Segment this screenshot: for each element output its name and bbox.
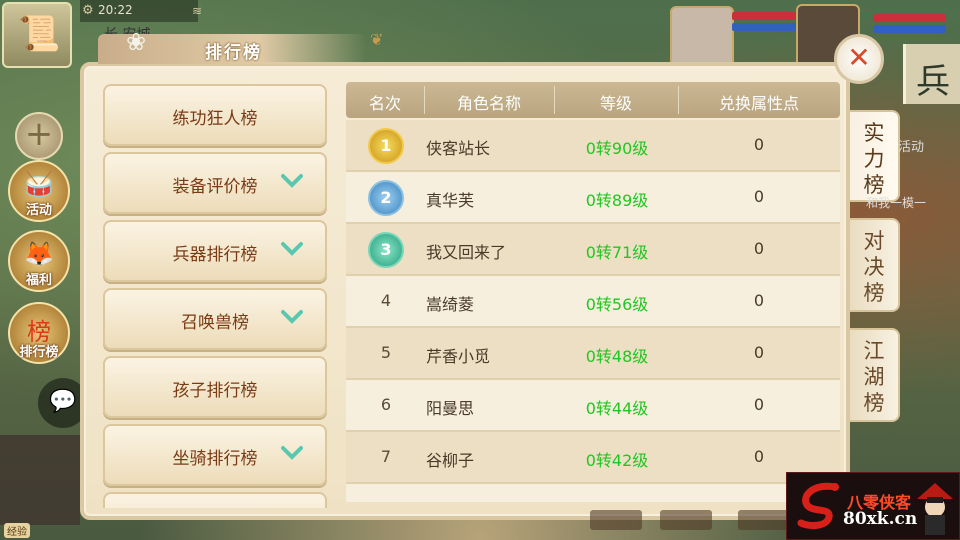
background-activity-text: 活动: [898, 140, 925, 155]
status-bar: ⚙ 20:22 ≋: [80, 0, 202, 22]
tab-strength-ranking[interactable]: 实力榜: [850, 110, 900, 202]
gold-medal-icon: 1: [368, 128, 404, 164]
category-item[interactable]: [103, 492, 327, 508]
hud-button[interactable]: [590, 510, 642, 530]
hud-button[interactable]: [660, 510, 712, 530]
player-rank: 6: [380, 395, 392, 414]
clock-text: 20:22: [98, 3, 133, 17]
pet-portrait[interactable]: [670, 6, 734, 70]
player-rank: 7: [380, 447, 392, 466]
tab-label: 江湖榜: [863, 339, 885, 415]
right-building-sign: 兵: [903, 44, 960, 104]
category-item[interactable]: 孩子排行榜: [103, 356, 327, 418]
swordswoman-avatar-icon: [917, 483, 953, 535]
panel-title: 排行榜: [205, 43, 262, 63]
table-row[interactable]: 4 嵩绮菱 0转56级 0: [346, 276, 840, 328]
lotus-icon: ❀: [126, 28, 147, 56]
activity-button[interactable]: 🥁 活动: [8, 160, 70, 222]
ranking-table-header: 名次 角色名称 等级 兑换属性点: [346, 82, 840, 118]
player-name: 真华芙: [426, 191, 475, 210]
header-rank: 名次: [368, 94, 401, 113]
player-name: 我又回来了: [426, 243, 507, 262]
close-icon: ✕: [847, 41, 871, 74]
table-row[interactable]: 1 侠客站长 0转90级 0: [346, 120, 840, 172]
welfare-label: 福利: [25, 273, 52, 288]
header-points: 兑换属性点: [718, 94, 799, 113]
bottom-hud-buttons: [590, 510, 790, 532]
minimap: [0, 435, 80, 525]
category-item[interactable]: 装备评价榜: [103, 152, 327, 214]
expand-plus-button[interactable]: +: [15, 112, 63, 160]
player-level: 0转89级: [585, 191, 649, 210]
pet-bars: [732, 12, 804, 52]
category-label: 练功狂人榜: [172, 109, 258, 129]
hud-button[interactable]: [738, 510, 790, 530]
player-level: 0转48级: [585, 347, 649, 366]
background-hint-text: 和我一模一: [866, 196, 927, 210]
watermark-site: 80xk.cn: [843, 509, 918, 529]
player-name: 芹香小觅: [426, 347, 491, 366]
dragon-logo-icon: [797, 482, 839, 529]
map-button[interactable]: 📜: [2, 2, 72, 68]
tab-label: 对决榜: [863, 229, 885, 305]
player-points: 0: [753, 343, 765, 362]
player-rank: 5: [380, 343, 392, 362]
site-watermark: 八零侠客 80xk.cn: [786, 472, 960, 540]
ranking-table-body[interactable]: 1 侠客站长 0转90级 0 2 真华芙 0转89级 0 3 我又回来了 0转7…: [346, 120, 840, 502]
table-row[interactable]: 5 芹香小觅 0转48级 0: [346, 328, 840, 380]
table-row[interactable]: 3 我又回来了 0转71级 0: [346, 224, 840, 276]
table-row[interactable]: 2 真华芙 0转89级 0: [346, 172, 840, 224]
player-points: 0: [753, 135, 765, 154]
player-rank: 4: [380, 291, 392, 310]
fox-icon: 🦊: [24, 240, 54, 268]
category-item[interactable]: 兵器排行榜: [103, 220, 327, 282]
ranking-button[interactable]: 榜 排行榜: [8, 302, 70, 364]
exp-badge: 经验: [4, 523, 30, 538]
chat-bubble-icon: 💬: [49, 389, 77, 414]
player-level: 0转71级: [585, 243, 649, 262]
player-name: 侠客站长: [426, 139, 491, 158]
player-name: 嵩绮菱: [426, 295, 475, 314]
ruyi-ornament-icon: ❦: [370, 30, 384, 49]
close-button[interactable]: ✕: [834, 34, 884, 84]
scroll-map-icon: 📜: [18, 14, 61, 54]
gear-icon[interactable]: ⚙: [82, 1, 94, 21]
player-level: 0转56级: [585, 295, 649, 314]
silver-medal-icon: 2: [368, 180, 404, 216]
bronze-medal-icon: 3: [368, 232, 404, 268]
chevron-down-icon: [281, 446, 303, 460]
header-level: 等级: [599, 94, 632, 113]
player-points: 0: [753, 395, 765, 414]
chevron-down-icon: [281, 242, 303, 256]
player-level: 0转44级: [585, 399, 649, 418]
player-name: 阳曼思: [426, 399, 475, 418]
wifi-icon: ≋: [192, 4, 203, 18]
player-name: 谷柳子: [426, 451, 475, 470]
tab-duel-ranking[interactable]: 对决榜: [850, 218, 900, 312]
header-name: 角色名称: [456, 94, 521, 113]
tab-label: 实力榜: [863, 121, 885, 197]
category-item[interactable]: 练功狂人榜: [103, 84, 327, 146]
table-row[interactable]: 7 谷柳子 0转42级 0: [346, 432, 840, 484]
ranking-label: 排行榜: [19, 345, 59, 360]
activity-label: 活动: [25, 203, 52, 218]
drum-icon: 🥁: [24, 170, 54, 198]
player-points: 0: [753, 187, 765, 206]
table-row-partial[interactable]: [346, 484, 840, 502]
player-level: 0转42级: [585, 451, 649, 470]
category-label: 孩子排行榜: [172, 381, 258, 401]
player-points: 0: [753, 291, 765, 310]
player-level: 0转90级: [585, 139, 649, 158]
chevron-down-icon: [281, 174, 303, 188]
welfare-button[interactable]: 🦊 福利: [8, 230, 70, 292]
category-item[interactable]: 坐骑排行榜: [103, 424, 327, 486]
player-points: 0: [753, 239, 765, 258]
table-row[interactable]: 6 阳曼思 0转44级 0: [346, 380, 840, 432]
chevron-down-icon: [281, 310, 303, 324]
tab-jianghu-ranking[interactable]: 江湖榜: [850, 328, 900, 422]
category-item[interactable]: 召唤兽榜: [103, 288, 327, 350]
ranking-category-list[interactable]: 练功狂人榜 装备评价榜 兵器排行榜 召唤兽榜 孩子排行榜 坐骑排行榜: [100, 78, 328, 508]
player-points: 0: [753, 447, 765, 466]
